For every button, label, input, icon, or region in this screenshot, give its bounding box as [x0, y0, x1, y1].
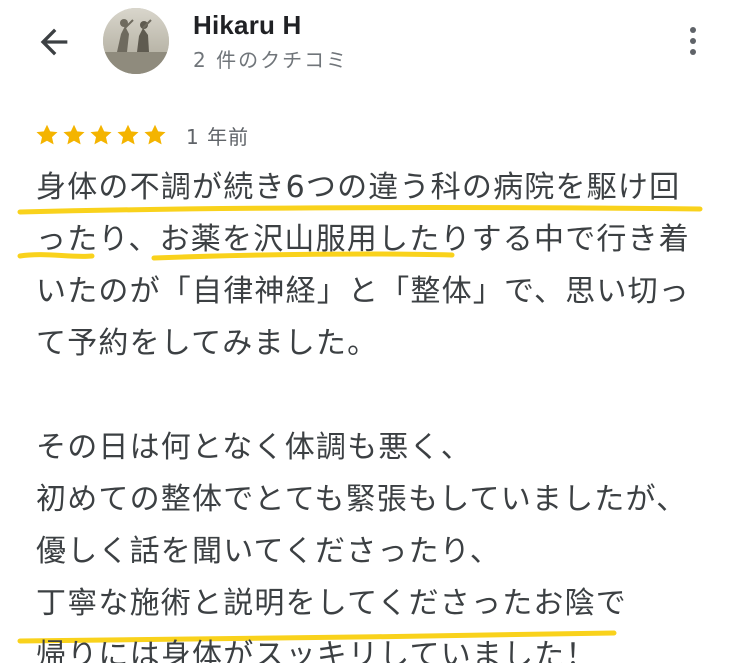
paragraph-break [36, 370, 736, 422]
avatar[interactable] [103, 8, 169, 74]
review-line: 初めての整体でとても緊張もしていましたが、 [36, 482, 688, 517]
review-line: いたのが「自律神経」と「整体」で、思い切っ [36, 274, 690, 309]
review-line: 帰りには身体がスッキリしていました！ [36, 638, 597, 663]
more-vert-icon-dot [690, 27, 696, 33]
review-line: 優しく話を聞いてくださったり、 [36, 534, 501, 569]
arrow-back-icon [40, 28, 68, 56]
avatar-photo [103, 8, 169, 74]
star-icon [117, 124, 139, 145]
star-icon [144, 124, 166, 145]
review-count: 2 件のクチコミ [193, 48, 349, 72]
more-vert-icon-dot [690, 49, 696, 55]
review-line: ったり、お薬を沢山服用したりする中で行き着 [36, 222, 690, 257]
review-time: 1 年前 [186, 124, 250, 149]
review-body: 身体の不調が続き6つの違う科の病院を駆け回 ったり、お薬を沢山服用したりする中で行… [36, 162, 736, 663]
star-rating [34, 122, 168, 148]
star-icon [90, 124, 112, 145]
review-line: その日は何となく体調も悪く、 [36, 430, 472, 465]
review-line: て予約をしてみました。 [36, 326, 379, 361]
star-icon [63, 124, 85, 145]
rating-row: 1 年前 [34, 118, 249, 152]
review-line: 丁寧な施術と説明をしてくださったお陰で [36, 586, 627, 621]
star-icon [36, 124, 58, 145]
more-options-button[interactable] [676, 18, 710, 64]
review-line: 身体の不調が続き6つの違う科の病院を駆け回 [36, 170, 681, 205]
review-header: Hikaru H 2 件のクチコミ [0, 0, 750, 90]
reviewer-name[interactable]: Hikaru H [193, 10, 302, 41]
more-vert-icon-dot [690, 38, 696, 44]
back-button[interactable] [30, 22, 78, 62]
